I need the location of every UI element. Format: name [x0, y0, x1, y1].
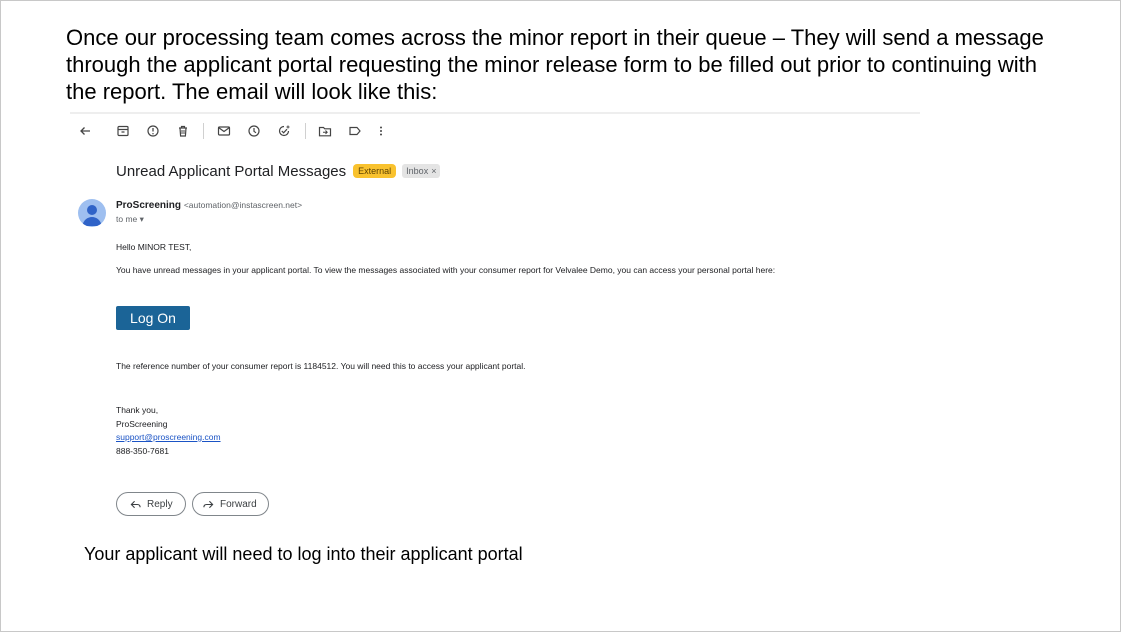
reply-label: Reply — [147, 498, 173, 510]
chevron-down-icon: ▾ — [139, 214, 144, 224]
reply-icon — [130, 500, 141, 508]
email-subject-row: Unread Applicant Portal Messages Externa… — [116, 160, 441, 182]
email-screenshot-top-divider — [70, 112, 920, 114]
report-spam-icon[interactable] — [142, 120, 164, 142]
label-icon[interactable] — [344, 120, 366, 142]
move-to-icon[interactable] — [314, 120, 336, 142]
sender-avatar — [78, 199, 106, 227]
archive-icon[interactable] — [112, 120, 134, 142]
sender-name: ProScreening — [116, 200, 182, 211]
forward-icon — [203, 500, 214, 508]
sender-email: <automation@instascreen.net> — [183, 200, 303, 210]
remove-label-icon[interactable]: × — [431, 166, 436, 176]
reference-number-text: The reference number of your consumer re… — [116, 361, 526, 371]
intro-paragraph: Once our processing team comes across th… — [66, 25, 1044, 104]
recipient-details-toggle[interactable]: to me ▾ — [116, 214, 144, 225]
more-options-icon[interactable] — [370, 120, 392, 142]
forward-button[interactable]: Forward — [192, 492, 269, 516]
mark-unread-icon[interactable] — [213, 120, 235, 142]
external-badge: External — [353, 164, 397, 178]
delete-icon[interactable] — [172, 120, 194, 142]
email-subject: Unread Applicant Portal Messages — [116, 162, 347, 180]
signature-thanks: Thank you, — [116, 405, 159, 415]
toolbar-divider — [203, 123, 204, 139]
email-message: You have unread messages in your applica… — [116, 265, 776, 275]
signature-company: ProScreening — [116, 419, 168, 429]
toolbar-divider — [305, 123, 306, 139]
back-arrow-icon[interactable] — [74, 120, 96, 142]
person-icon — [82, 205, 102, 226]
email-toolbar — [70, 120, 470, 142]
add-task-icon[interactable] — [273, 120, 295, 142]
to-me-label: to me — [116, 214, 138, 224]
forward-label: Forward — [220, 498, 257, 510]
snooze-icon[interactable] — [243, 120, 265, 142]
sender-line: ProScreening <automation@instascreen.net… — [116, 200, 302, 211]
signature-phone: 888-350-7681 — [116, 446, 169, 456]
inbox-label-badge: Inbox × — [402, 164, 441, 178]
bottom-note: Your applicant will need to log into the… — [84, 544, 523, 564]
log-on-button[interactable]: Log On — [116, 306, 190, 330]
reply-button[interactable]: Reply — [116, 492, 186, 516]
inbox-label-text: Inbox — [406, 166, 429, 176]
email-greeting: Hello MINOR TEST, — [116, 242, 192, 252]
support-email-link[interactable]: support@proscreening.com — [116, 432, 221, 442]
